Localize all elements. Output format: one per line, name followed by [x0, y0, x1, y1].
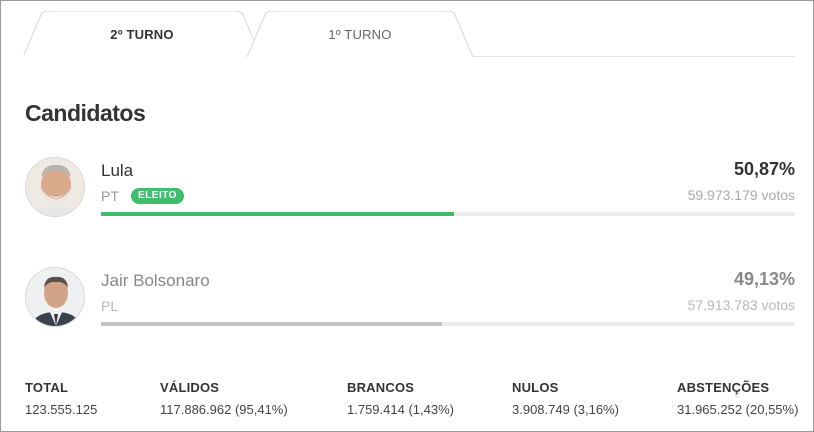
stat-value: 123.555.125 — [25, 402, 98, 417]
candidate-party: PL — [101, 298, 119, 314]
lula-portrait-icon — [26, 158, 84, 216]
stat-total: TOTAL 123.555.125 — [25, 380, 97, 417]
candidate-row[interactable]: Jair Bolsonaro PL 49,13% 57.913.783 voto… — [25, 267, 795, 331]
tab-label: 1º TURNO — [328, 26, 392, 42]
candidate-votes: 59.973.179 votos — [687, 187, 795, 203]
stat-label: BRANCOS — [347, 380, 415, 395]
stat-label: NULOS — [512, 380, 559, 395]
elected-badge: ELEITO — [131, 188, 184, 204]
stat-null: NULOS 3.908.749 (3,16%) — [512, 380, 619, 417]
tab-label: 2º TURNO — [110, 26, 174, 42]
stat-value: 1.759.414 (1,43%) — [347, 402, 454, 417]
candidate-party: PT — [101, 188, 119, 204]
candidate-votes: 57.913.783 votos — [687, 297, 795, 313]
stat-abstentions: ABSTENÇÕES 31.965.252 (20,55%) — [677, 380, 798, 417]
stat-value: 117.886.962 (95,41%) — [160, 402, 288, 417]
vote-bar-track — [101, 322, 795, 326]
vote-bar-fill — [101, 322, 442, 326]
results-panel: 2º TURNO 1º TURNO Candidatos Lula PT ELE… — [0, 0, 814, 432]
round-tabs: 2º TURNO 1º TURNO — [23, 11, 795, 57]
candidate-name: Lula — [101, 161, 134, 180]
stat-valid: VÁLIDOS 117.886.962 (95,41%) — [160, 380, 288, 417]
stat-value: 3.908.749 (3,16%) — [512, 402, 619, 417]
stat-value: 31.965.252 (20,55%) — [677, 402, 799, 417]
candidate-percent: 49,13% — [733, 269, 795, 289]
stat-label: TOTAL — [25, 380, 69, 395]
candidate-row[interactable]: Lula PT ELEITO 50,87% 59.973.179 votos — [25, 157, 795, 221]
tab-second-round[interactable]: 2º TURNO — [23, 11, 261, 57]
stat-label: VÁLIDOS — [160, 380, 220, 395]
candidate-percent: 50,87% — [733, 159, 795, 179]
candidate-avatar — [25, 267, 85, 327]
bolsonaro-portrait-icon — [26, 268, 84, 326]
candidate-name: Jair Bolsonaro — [101, 271, 210, 290]
stat-label: ABSTENÇÕES — [677, 380, 770, 395]
candidate-avatar — [25, 157, 85, 217]
section-title: Candidatos — [25, 100, 146, 126]
vote-bar-fill — [101, 212, 455, 216]
tab-first-round[interactable]: 1º TURNO — [247, 11, 473, 57]
stat-blank: BRANCOS 1.759.414 (1,43%) — [347, 380, 454, 417]
vote-bar-track — [101, 212, 795, 216]
